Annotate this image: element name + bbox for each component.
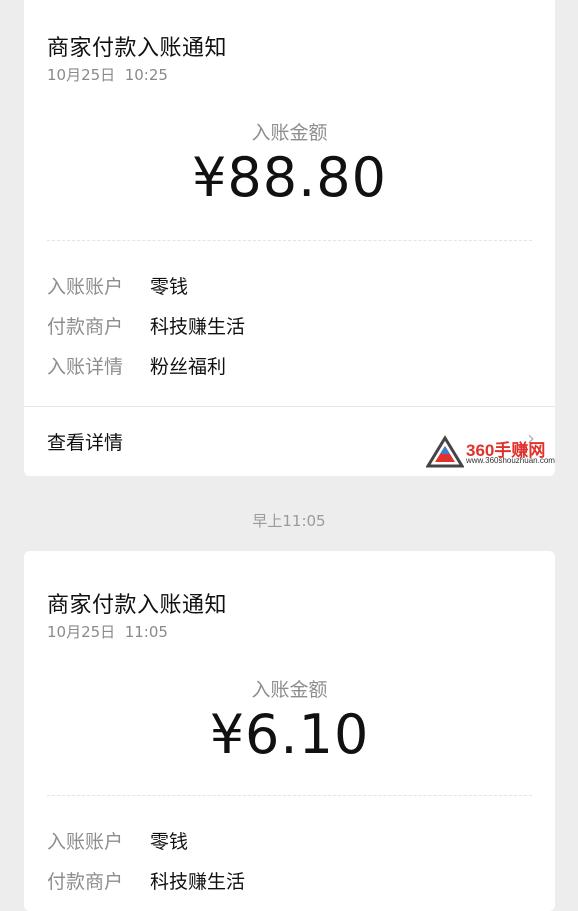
row-value: 零钱 xyxy=(150,831,189,853)
info-row-merchant: 付款商户 科技赚生活 xyxy=(47,312,245,339)
amount-label: 入账金额 xyxy=(251,122,328,144)
row-value: 零钱 xyxy=(150,276,189,298)
row-key: 入账账户 xyxy=(47,276,124,298)
info-row-account: 入账账户 零钱 xyxy=(47,827,188,854)
time-separator: 早上11:05 xyxy=(252,512,326,530)
amount-label: 入账金额 xyxy=(251,679,328,701)
info-row-merchant: 付款商户 科技赚生活 xyxy=(47,867,245,894)
row-key: 入账账户 xyxy=(47,831,124,853)
view-details-link[interactable]: 查看详情 xyxy=(47,428,123,455)
watermark-logo: 360手赚网 www.360shouzhuan.com xyxy=(425,434,576,470)
row-key: 入账详情 xyxy=(47,356,124,378)
notification-card[interactable]: 商家付款入账通知 10月25日 11:05 入账金额 ¥6.10 入账账户 零钱 … xyxy=(24,551,555,911)
row-key: 付款商户 xyxy=(47,316,124,338)
card-title: 商家付款入账通知 xyxy=(47,593,228,618)
info-row-details: 入账详情 粉丝福利 xyxy=(47,352,226,379)
row-value: 科技赚生活 xyxy=(150,871,246,893)
card-divider xyxy=(24,406,555,407)
watermark-url: www.360shouzhuan.com xyxy=(466,456,555,465)
row-key: 付款商户 xyxy=(47,871,124,893)
card-title: 商家付款入账通知 xyxy=(47,36,228,61)
row-value: 粉丝福利 xyxy=(150,356,227,378)
dashed-divider xyxy=(47,795,532,796)
card-date: 10月25日 11:05 xyxy=(47,623,168,641)
triangle-logo-icon xyxy=(425,435,465,468)
dashed-divider xyxy=(47,240,532,241)
amount-value: ¥88.80 xyxy=(192,146,387,209)
row-value: 科技赚生活 xyxy=(150,316,246,338)
notification-card[interactable]: 商家付款入账通知 10月25日 10:25 入账金额 ¥88.80 入账账户 零钱… xyxy=(24,0,555,476)
info-row-account: 入账账户 零钱 xyxy=(47,272,188,299)
card-date: 10月25日 10:25 xyxy=(47,66,168,84)
amount-value: ¥6.10 xyxy=(209,703,370,766)
